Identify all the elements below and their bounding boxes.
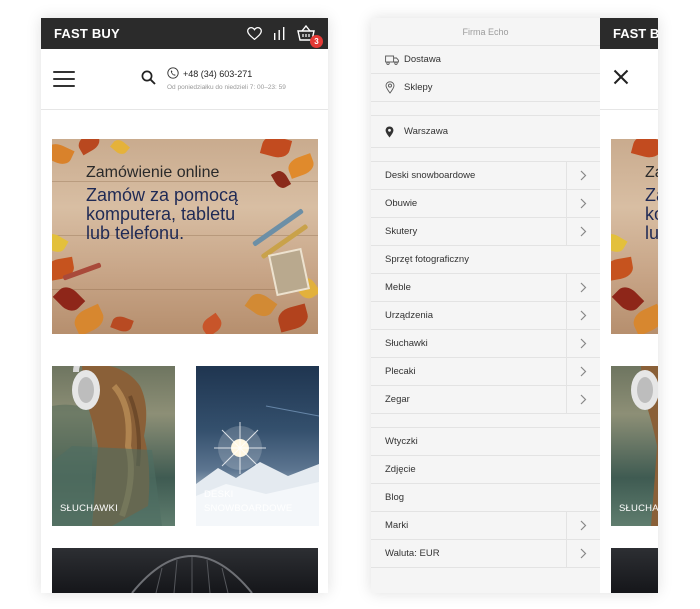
top-bar: FAST BUY 3 (41, 18, 328, 49)
top-bar-icons: 3 (247, 24, 323, 48)
cart-count-badge: 3 (310, 34, 323, 48)
hero-title-line-1: Zamów za pomocą (86, 185, 239, 205)
menu-item-blog[interactable]: Blog (371, 484, 600, 512)
background-bottom-strip (611, 548, 658, 593)
menu-item-sluchawki[interactable]: Słuchawki (371, 330, 600, 358)
category-tile-next[interactable] (52, 548, 318, 593)
background-page-peek: FAST BUY Zamówienie online Zamów za pomo… (600, 18, 658, 593)
menu-item-deski-snowboardowe[interactable]: Deski snowboardowe (371, 162, 600, 190)
phone-home-screen: FAST BUY 3 +48 (34) 603-271 Od poniedzia… (41, 18, 328, 593)
menu-item-urzadzenia[interactable]: Urządzenia (371, 302, 600, 330)
category-tile-headphones[interactable]: SŁUCHAWKI (52, 366, 175, 526)
location-pin-icon (385, 126, 399, 138)
background-category-tile: SŁUCHA (611, 366, 658, 526)
background-hero-banner: Zamówienie online Zamów za pomocą komput… (611, 139, 658, 334)
category-list: Deski snowboardowe Obuwie Skutery Sprzęt fo… (371, 162, 600, 414)
phone-icon (167, 67, 179, 81)
menu-item-sprzet-fotograficzny[interactable]: Sprzęt fotograficzny (371, 246, 600, 274)
chevron-right-icon[interactable] (566, 512, 600, 539)
category-tile-snowboards[interactable]: DESKI SNOWBOARDOWE (196, 366, 319, 526)
compare-chart-icon[interactable] (273, 27, 286, 40)
truck-icon (385, 55, 399, 65)
menu-item-zdjecie[interactable]: Zdjęcie (371, 456, 600, 484)
chevron-right-icon[interactable] (566, 190, 600, 217)
menu-item-delivery[interactable]: Dostawa (371, 46, 600, 74)
chevron-right-icon[interactable] (566, 162, 600, 189)
menu-item-skutery[interactable]: Skutery (371, 218, 600, 246)
chevron-right-icon[interactable] (566, 302, 600, 329)
menu-item-marki[interactable]: Marki (371, 512, 600, 540)
menu-item-meble[interactable]: Meble (371, 274, 600, 302)
background-header (600, 49, 658, 110)
company-name: Firma Echo (371, 18, 600, 46)
hero-title-line-2: komputera, tabletu (86, 204, 236, 224)
menu-item-zegar[interactable]: Zegar (371, 386, 600, 414)
chevron-right-icon[interactable] (566, 540, 600, 567)
close-icon[interactable] (613, 69, 629, 90)
tile-label-headphones: SŁUCHAWKI (60, 503, 118, 514)
cart-button[interactable]: 3 (297, 24, 323, 48)
chevron-right-icon[interactable] (566, 218, 600, 245)
menu-item-stores[interactable]: Sklepy (371, 74, 600, 102)
screenshot-canvas: FAST BUY 3 +48 (34) 603-271 Od poniedzia… (0, 0, 700, 609)
furniture-photo-icon (131, 554, 253, 593)
menu-item-city[interactable]: Warszawa (371, 116, 600, 148)
chevron-right-icon[interactable] (566, 358, 600, 385)
brand-logo[interactable]: FAST BUY (54, 26, 120, 41)
menu-item-wtyczki[interactable]: Wtyczki (371, 428, 600, 456)
contact-info: +48 (34) 603-271 Od poniedziałku do nied… (167, 67, 286, 91)
phone-number-link[interactable]: +48 (34) 603-271 (183, 69, 252, 79)
map-pin-icon (385, 81, 399, 94)
hero-text: Zamówienie online Zamów za pomocą komput… (86, 164, 296, 243)
side-menu-drawer: Firma Echo Dostawa Sklepy Warszawa Deski… (371, 18, 600, 593)
hamburger-menu-icon[interactable] (53, 71, 75, 87)
phone-menu-screen: Firma Echo Dostawa Sklepy Warszawa Deski… (371, 18, 658, 593)
heart-icon[interactable] (247, 27, 262, 40)
tile-label-snowboards: DESKI SNOWBOARDOWE (204, 489, 293, 514)
opening-hours: Od poniedziałku do niedzieli 7: 00–23: 5… (167, 84, 286, 91)
search-icon[interactable] (141, 70, 156, 90)
hero-title-line-3: lub telefonu. (86, 223, 185, 243)
hero-subtitle: Zamówienie online (86, 164, 220, 181)
chevron-right-icon[interactable] (566, 274, 600, 301)
menu-item-obuwie[interactable]: Obuwie (371, 190, 600, 218)
menu-item-plecaki[interactable]: Plecaki (371, 358, 600, 386)
menu-divider (371, 414, 600, 428)
menu-divider (371, 102, 600, 116)
site-header: +48 (34) 603-271 Od poniedziałku do nied… (41, 49, 328, 110)
background-top-bar: FAST BUY (600, 18, 658, 49)
hero-banner[interactable]: Zamówienie online Zamów za pomocą komput… (52, 139, 318, 334)
menu-item-waluta-eur[interactable]: Waluta: EUR (371, 540, 600, 568)
chevron-right-icon[interactable] (566, 330, 600, 357)
menu-divider (371, 148, 600, 162)
chevron-right-icon[interactable] (566, 386, 600, 413)
page-list: Wtyczki Zdjęcie Blog Marki Waluta: EUR (371, 428, 600, 568)
